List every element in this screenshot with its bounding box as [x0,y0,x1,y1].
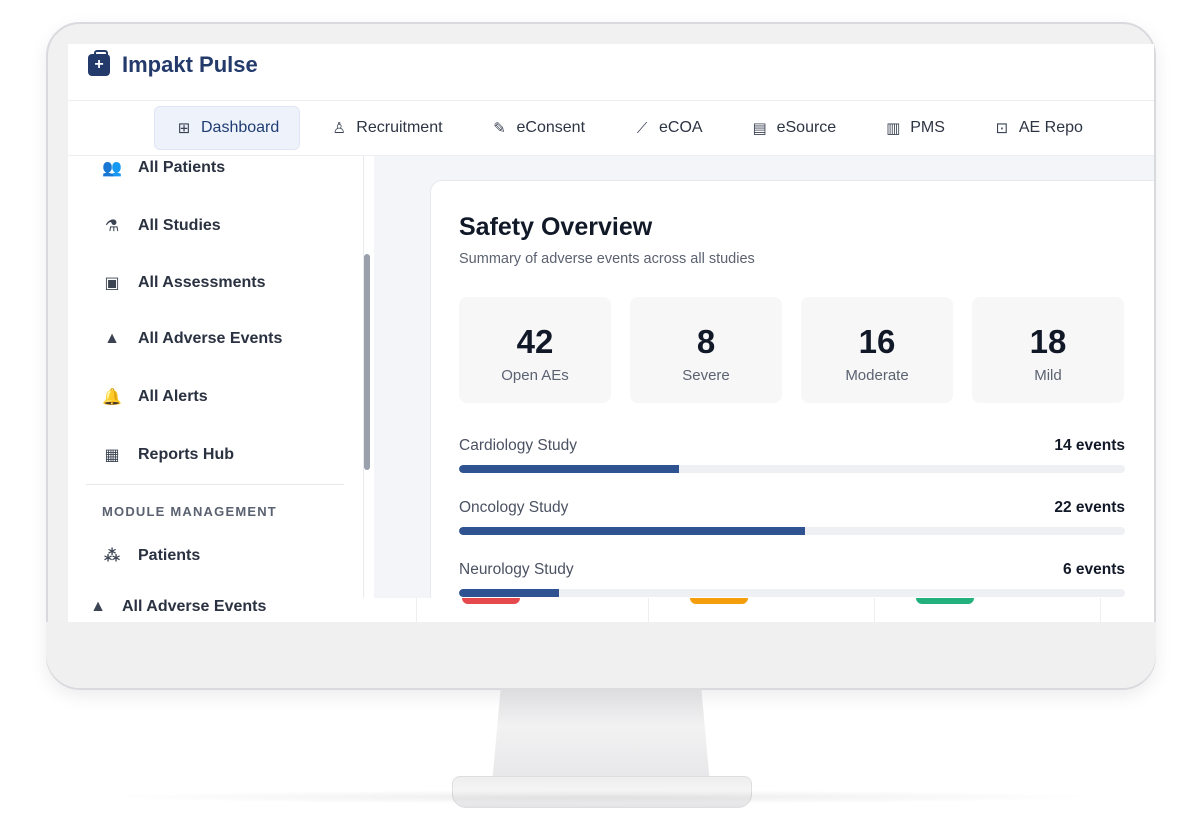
header-divider [68,100,1154,101]
users-icon: ♙ [332,120,346,137]
warning-icon: ▲ [90,598,106,615]
app-screen: Impakt Pulse ⊞ Dashboard ♙ Recruitment ✎… [68,44,1154,622]
tab-label: eConsent [516,119,586,136]
severity-pill-red [462,598,520,604]
sidebar-item-label: All Patients [138,159,226,176]
tab-recruitment[interactable]: ♙ Recruitment [312,106,460,150]
study-progress-track [459,589,1125,597]
report-icon: ▦ [104,447,120,464]
tab-label: PMS [910,119,945,136]
monitor-chin [46,622,1156,688]
severity-pill-orange [690,598,748,604]
strip-divider [1100,598,1101,622]
stat-open-aes: 42 Open AEs [459,297,611,403]
sidebar-item-label: All Studies [138,217,221,234]
people-icon: 👥 [102,160,122,177]
group-icon: ⁂ [103,548,121,565]
sidebar-scrollbar[interactable] [364,254,370,470]
study-name: Cardiology Study [459,437,578,454]
severity-pill-green [916,598,974,604]
brand[interactable]: Impakt Pulse [88,50,258,78]
stat-mild: 18 Mild [972,297,1124,403]
study-name: Oncology Study [459,499,569,516]
lower-overlay-strip: ▲ All Adverse Events [68,598,1154,622]
sidebar-item-all-alerts[interactable]: 🔔 All Alerts [102,387,208,407]
tab-label: eCOA [659,119,703,136]
document-icon: ▤ [752,120,767,137]
sidebar: 👥 All Patients ⚗ All Studies ▣ All Asses… [68,156,364,622]
activity-icon: ⊡ [995,120,1009,137]
sidebar-item-all-studies[interactable]: ⚗ All Studies [102,216,221,236]
grid-icon: ⊞ [177,120,191,137]
study-count: 14 events [1054,437,1125,454]
study-progress-fill [459,589,559,597]
sidebar-item-label: All Assessments [138,274,266,291]
overlay-item-label: All Adverse Events [122,598,267,615]
flask-icon: ⚗ [104,218,120,235]
study-progress-track [459,465,1125,473]
stat-severe: 8 Severe [630,297,782,403]
medical-kit-icon [88,50,110,76]
card-title: Safety Overview [459,213,653,241]
tab-ecoa[interactable]: ⟋ eCOA [615,106,721,150]
sidebar-item-patients[interactable]: ⁂ Patients [102,546,200,566]
bar-chart-icon: ▥ [886,120,901,137]
strip-divider [874,598,875,622]
study-name: Neurology Study [459,561,574,578]
study-count: 6 events [1062,561,1125,578]
tab-dashboard[interactable]: ⊞ Dashboard [154,106,301,150]
sidebar-item-label: All Alerts [138,388,208,405]
floor-shadow [96,790,1106,804]
monitor-stand [492,688,710,784]
stat-label: Moderate [845,367,909,384]
edit-doc-icon: ✎ [493,120,506,137]
study-progress-fill [459,527,806,535]
overlay-item-all-adverse-events[interactable]: ▲ All Adverse Events [88,598,266,616]
stat-label: Severe [682,367,730,384]
sidebar-item-label: All Adverse Events [138,330,283,347]
sidebar-item-label: Reports Hub [138,446,234,463]
tab-ae-reports[interactable]: ⊡ AE Repo [975,106,1101,150]
bell-icon: 🔔 [102,389,122,406]
sidebar-item-all-assessments[interactable]: ▣ All Assessments [102,273,265,293]
tab-label: eSource [776,119,837,136]
tab-label: Dashboard [201,119,280,136]
sidebar-item-reports-hub[interactable]: ▦ Reports Hub [102,445,234,465]
study-count: 22 events [1054,499,1125,516]
stat-value: 42 [516,323,554,360]
main-content: Safety Overview Summary of adverse event… [374,156,1154,622]
tab-label: Recruitment [356,119,443,136]
stat-value: 18 [1029,323,1067,360]
brand-name-text: Impakt Pulse [122,52,258,77]
tab-pms[interactable]: ▥ PMS [866,106,963,150]
brand-name: Impakt Pulse [122,52,258,78]
tab-label: AE Repo [1018,119,1083,136]
clipboard-icon: ▣ [104,275,120,292]
stat-value: 8 [696,323,716,360]
stat-moderate: 16 Moderate [801,297,953,403]
safety-overview-card: Safety Overview Summary of adverse event… [430,180,1154,622]
tab-esource[interactable]: ▤ eSource [733,106,855,150]
stat-value: 16 [858,323,896,360]
tab-econsent[interactable]: ✎ eConsent [473,106,604,150]
stat-label: Open AEs [501,367,569,384]
sidebar-item-all-patients[interactable]: 👥 All Patients [102,158,225,178]
sidebar-divider [86,484,344,485]
warning-icon: ▲ [104,330,120,347]
strip-divider [416,598,417,622]
sidebar-section-title: MODULE MANAGEMENT [102,504,277,519]
study-progress-fill [459,465,679,473]
stat-label: Mild [1034,367,1062,384]
line-chart-icon: ⟋ [636,119,648,137]
sidebar-item-label: Patients [138,547,201,564]
module-tabs: ⊞ Dashboard ♙ Recruitment ✎ eConsent ⟋ e… [154,106,1113,150]
sidebar-item-all-adverse-events[interactable]: ▲ All Adverse Events [102,330,282,348]
strip-divider [648,598,649,622]
study-progress-track [459,527,1125,535]
card-subtitle: Summary of adverse events across all stu… [459,251,755,267]
